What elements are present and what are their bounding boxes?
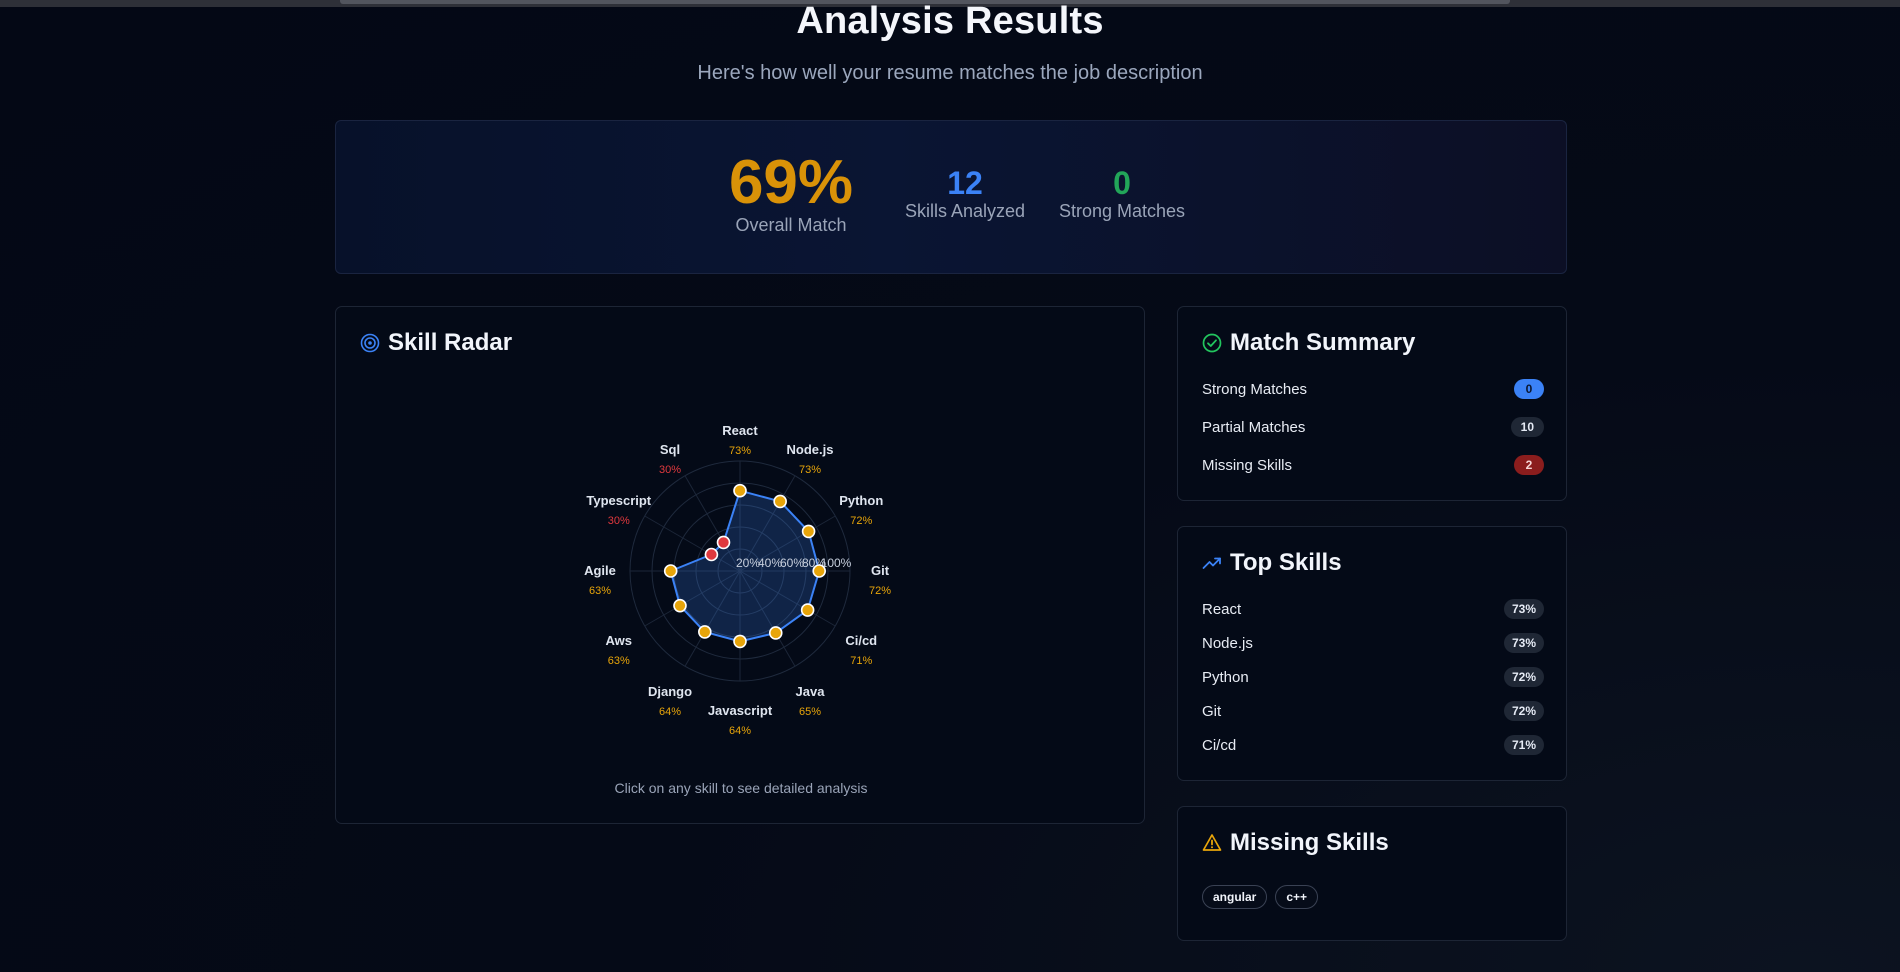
missing-skill-chips: angular c++ [1202,885,1319,909]
top-skill-name: Node.js [1202,634,1253,652]
summary-row-strong: Strong Matches 0 [1202,379,1544,399]
strong-matches-stat: 0 Strong Matches [1042,165,1202,222]
strong-matches-badge: 0 [1514,379,1544,399]
top-skill-row[interactable]: Git 72% [1202,701,1544,721]
top-skills-title: Top Skills [1230,549,1342,576]
match-summary-panel: Match Summary Strong Matches 0 Partial M… [1177,306,1567,501]
top-skill-row[interactable]: Python 72% [1202,667,1544,687]
radar-point[interactable] [733,483,747,498]
radar-point[interactable] [800,603,815,617]
summary-row-label: Strong Matches [1202,380,1308,398]
missing-skill-chip[interactable]: c++ [1275,885,1319,909]
summary-row-partial: Partial Matches 10 [1202,417,1544,437]
skill-radar-header: Skill Radar [360,329,512,357]
radar-ring-label: 20% [736,556,760,570]
radar-point[interactable] [733,634,747,649]
overall-match-stat: 69% Overall Match [716,151,866,236]
page-subtitle: Here's how well your resume matches the … [697,62,1203,84]
radar-value-label: 30% [659,464,681,476]
radar-axis-label[interactable]: Node.js [787,442,834,457]
warning-icon [1202,834,1222,851]
top-skills-panel: Top Skills React 73% Node.js 73% Python … [1177,526,1567,781]
partial-matches-badge: 10 [1510,417,1544,437]
top-skill-row[interactable]: Node.js 73% [1202,633,1544,653]
radar-point[interactable] [697,625,712,639]
radar-axis-label[interactable]: Java [796,684,826,699]
radar-value-label: 65% [799,706,821,718]
top-skill-name: Python [1202,668,1249,686]
radar-ring-label: 40% [758,556,782,570]
summary-row-label: Partial Matches [1202,418,1306,436]
missing-skills-title: Missing Skills [1230,829,1389,856]
radar-axis-label[interactable]: Python [839,493,883,508]
radar-point[interactable] [673,598,687,613]
top-skill-score: 73% [1503,633,1544,653]
radar-axis-label[interactable]: Django [648,684,692,699]
radar-axis-label[interactable]: Agile [584,563,616,578]
missing-skills-header: Missing Skills [1202,829,1389,857]
check-circle-icon [1202,333,1222,353]
top-skill-name: Git [1202,702,1222,720]
top-skill-score: 72% [1503,667,1544,687]
overall-match-label: Overall Match [735,215,847,235]
radar-axis-label[interactable]: Ci/cd [845,633,877,648]
radar-point[interactable] [704,547,719,562]
radar-axis-label[interactable]: Typescript [586,493,651,508]
strong-matches-label: Strong Matches [1058,201,1186,221]
radar-point[interactable] [812,564,827,578]
radar-hint-text: Click on any skill to see detailed analy… [614,780,868,796]
radar-value-label: 71% [850,655,872,667]
trending-up-icon [1202,557,1221,569]
radar-axis-label[interactable]: React [722,423,758,438]
top-skill-row[interactable]: Ci/cd 71% [1202,735,1544,755]
radar-point[interactable] [663,564,678,578]
top-skill-score: 71% [1503,735,1544,755]
target-icon [360,333,380,353]
radar-value-label: 72% [850,515,872,527]
strong-matches-value: 0 [1113,165,1131,201]
overall-match-value: 69% [728,148,854,217]
match-summary-header: Match Summary [1202,329,1415,357]
radar-point[interactable] [773,494,787,509]
skill-radar-title: Skill Radar [388,329,513,356]
radar-point[interactable] [768,626,783,640]
summary-row-missing: Missing Skills 2 [1202,455,1544,475]
skills-analyzed-stat: 12 Skills Analyzed [885,165,1045,222]
radar-value-label: 72% [869,585,891,597]
top-skill-score: 72% [1503,701,1544,721]
radar-value-label: 64% [729,725,751,737]
skill-radar-panel: 20% 40% 60% 80% 100% React 73% Node.js 73% Python… [335,306,1145,824]
radar-value-label: 73% [799,464,821,476]
match-stats-card: 69% Overall Match 12 Skills Analyzed 0 S… [335,120,1567,274]
radar-axis-label[interactable]: Aws [606,633,633,648]
top-skill-name: Ci/cd [1202,736,1237,754]
skills-analyzed-value: 12 [947,165,983,201]
skill-radar-chart: 20%40%60%80%100%React73% Node.js73%Python… [584,423,891,737]
radar-point[interactable] [716,535,731,550]
radar-ring-label: 100% [821,556,852,570]
radar-ring-label: 60% [780,556,804,570]
radar-axis-label[interactable]: Git [871,563,890,578]
match-summary-title: Match Summary [1230,329,1416,356]
radar-value-label: 73% [729,445,751,457]
skills-analyzed-label: Skills Analyzed [904,201,1026,221]
missing-skills-panel: Missing Skills angular c++ [1177,806,1567,941]
radar-axis-label[interactable]: Sql [660,442,680,457]
radar-value-label: 63% [608,655,630,667]
top-skill-name: React [1202,600,1242,618]
top-skill-row[interactable]: React 73% [1202,599,1544,619]
summary-row-label: Missing Skills [1202,456,1293,474]
top-skill-score: 73% [1503,599,1544,619]
radar-value-label: 63% [589,585,611,597]
radar-value-label: 30% [608,515,630,527]
radar-value-label: 64% [659,706,681,718]
page-title: Analysis Results [796,0,1104,42]
top-skills-header: Top Skills [1202,549,1342,577]
radar-point[interactable] [801,524,816,539]
missing-skills-badge: 2 [1514,455,1544,475]
missing-skill-chip[interactable]: angular [1202,885,1268,909]
radar-axis-label[interactable]: Javascript [708,703,773,718]
